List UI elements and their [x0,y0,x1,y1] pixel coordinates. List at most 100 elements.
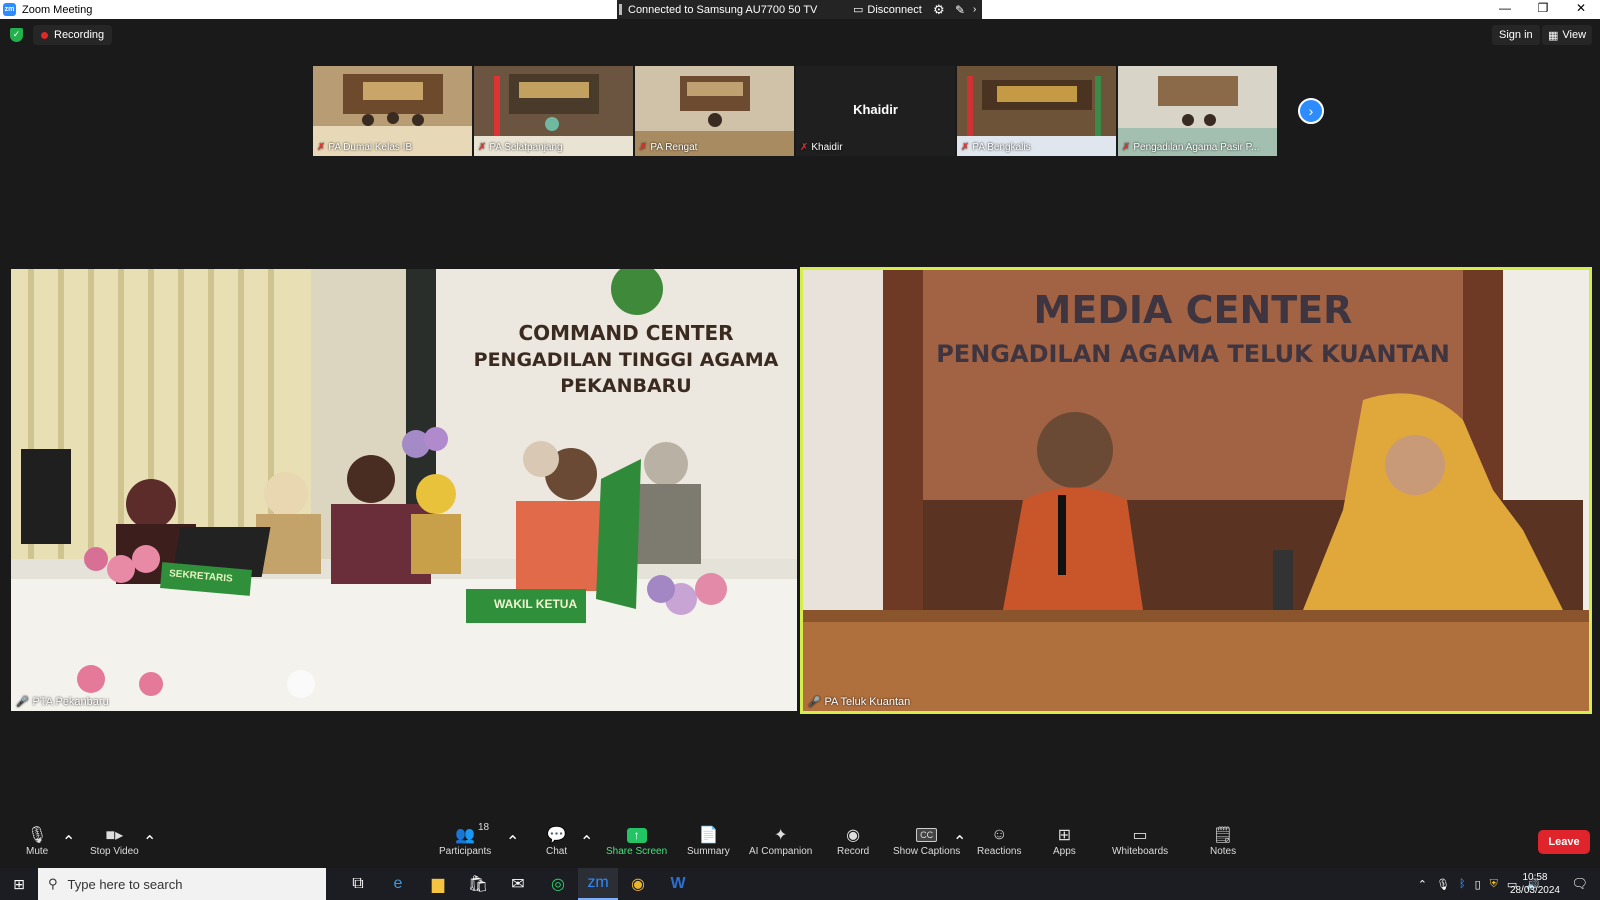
meeting-toolbar: 🎙 Mute ⌃ ■▸ Stop Video ⌃ 👥 18 Participant… [0,818,1600,868]
notifications-icon[interactable]: 🗨 [1571,876,1588,892]
record-label: Record [837,846,870,857]
zoom-app-icon: zm [3,3,16,16]
share-screen-label: Share Screen [606,846,668,857]
participant-thumbnail-strip: ✗ PA Dumai Kelas IB ✗ PA Selatpanjang ✗ PA … [313,66,1277,156]
participant-thumbnail[interactable]: ✗ PA Bengkalis [957,66,1116,156]
chevron-up-icon[interactable]: ⌃ [506,832,519,852]
mic-muted-icon: ✗ [800,142,809,153]
stop-video-button[interactable]: ■▸ Stop Video [90,824,139,857]
share-screen-button[interactable]: ↑ Share Screen [606,824,667,857]
edge-icon[interactable]: e [378,868,418,900]
record-button[interactable]: ◉ Record [837,824,869,857]
record-icon: ◉ [846,827,861,844]
chevron-up-icon[interactable]: ⌃ [143,832,156,852]
chevron-up-icon[interactable]: ⌃ [62,832,75,852]
thumbnail-label: ✗ Khaidir [800,142,843,153]
recording-dot-icon [41,31,48,39]
mute-button[interactable]: 🎙 Mute [26,824,48,857]
taskbar-search-box[interactable]: ⚲ Type here to search [38,868,326,900]
reactions-button[interactable]: ☺ Reactions [977,824,1021,857]
cast-screen-icon: ▭ [853,4,864,16]
windows-start-icon[interactable]: ⊞ [0,876,38,893]
bluetooth-icon[interactable]: ᛒ [1459,878,1466,890]
mic-muted-icon: ✗ [961,142,970,153]
pin-icon[interactable]: ✎ [955,3,965,17]
show-captions-button[interactable]: CC Show Captions [893,824,960,857]
chevron-up-icon[interactable]: ⌃ [1418,878,1427,891]
apps-label: Apps [1053,846,1076,857]
show-captions-label: Show Captions [893,846,961,857]
search-placeholder: Type here to search [67,876,183,892]
clock-time: 10:58 [1522,872,1548,883]
mic-muted-icon: ✗ [478,142,487,153]
leave-button[interactable]: Leave [1538,830,1590,854]
participant-thumbnail[interactable]: ✗ PA Selatpanjang [474,66,633,156]
participants-button[interactable]: 👥 18 Participants [439,822,492,857]
sign-line: COMMAND CENTER [518,321,734,345]
zoom-taskbar-icon[interactable]: zm [578,868,618,900]
windows-taskbar: ⊞ ⚲ Type here to search ⧉ e ▆ 🛍 ✉ ◎ zm ◉… [0,868,1600,900]
gear-icon[interactable]: ⚙ [933,2,945,18]
grid-icon: ▦ [1548,29,1559,42]
summary-icon: 📄 [698,827,719,844]
participant-thumbnail[interactable]: ✗ Pengadilan Agama Pasir P... [1118,66,1277,156]
mute-label: Mute [26,846,49,857]
minimize-icon[interactable]: — [1486,0,1524,19]
summary-label: Summary [687,846,730,857]
whiteboard-icon: ▭ [1132,827,1148,844]
wall-sign: MEDIA CENTER PENGADILAN AGAMA TELUK KUAN… [933,288,1453,368]
store-icon[interactable]: 🛍 [458,868,498,900]
shield-icon[interactable]: ✓ [10,28,23,42]
restore-icon[interactable]: ❐ [1524,0,1562,19]
recording-indicator[interactable]: Recording [33,25,113,45]
participant-name: PA Selatpanjang [489,142,563,153]
thumbnail-label: ✗ PA Rengat [639,142,697,153]
usb-icon[interactable]: ▯ [1475,878,1481,891]
wall-sign: COMMAND CENTER PENGADILAN TINGGI AGAMA P… [461,321,791,397]
ai-companion-button[interactable]: ✦ AI Companion [749,824,812,857]
window-controls: — ❐ ✕ [1486,0,1600,19]
mail-icon[interactable]: ✉ [498,868,538,900]
participant-thumbnail[interactable]: ✗ PA Dumai Kelas IB [313,66,472,156]
reactions-label: Reactions [977,846,1022,857]
close-icon[interactable]: ✕ [1562,0,1600,19]
chevron-up-icon[interactable]: ⌃ [580,832,593,852]
participant-thumbnail[interactable]: Khaidir ✗ Khaidir [796,66,955,156]
summary-button[interactable]: 📄 Summary [687,824,730,857]
thumbnail-label: ✗ PA Selatpanjang [478,142,563,153]
task-view-icon[interactable]: ⧉ [338,868,378,900]
whiteboards-button[interactable]: ▭ Whiteboards [1112,824,1168,857]
participant-name: Khaidir [811,142,843,153]
taskbar-apps: ⧉ e ▆ 🛍 ✉ ◎ zm ◉ W [338,868,698,900]
chevron-right-icon[interactable]: › [973,4,976,15]
sign-in-button[interactable]: Sign in [1492,25,1540,45]
disconnect-button[interactable]: ▭ Disconnect [853,3,922,17]
security-icon[interactable]: ⛨ [1490,878,1498,891]
file-explorer-icon[interactable]: ▆ [418,868,458,900]
word-icon[interactable]: W [658,868,698,900]
chat-button[interactable]: 💬 Chat [546,824,567,857]
participants-label: Participants [439,846,492,857]
whatsapp-icon[interactable]: ◎ [538,868,578,900]
sign-line: PEKANBARU [560,375,692,397]
video-tile-pa-teluk-kuantan[interactable]: MEDIA CENTER PENGADILAN AGAMA TELUK KUAN… [800,267,1592,714]
taskbar-clock[interactable]: 10:58 28/03/2024 [1510,871,1560,897]
mic-muted-icon: ✗ [317,142,326,153]
thumbnail-label: ✗ Pengadilan Agama Pasir P... [1122,142,1259,153]
participant-thumbnail[interactable]: ✗ PA Rengat [635,66,794,156]
chrome-icon[interactable]: ◉ [618,868,658,900]
video-tile-pta-pekanbaru[interactable]: COMMAND CENTER PENGADILAN TINGGI AGAMA P… [11,269,797,711]
tile-name-label: 🎤 PA Teluk Kuantan [808,696,910,708]
apps-button[interactable]: ⊞ Apps [1053,824,1076,857]
participant-display-name: Khaidir [853,102,898,117]
sign-line: PENGADILAN AGAMA TELUK KUANTAN [936,340,1450,368]
notes-button[interactable]: 🗒 Notes [1210,824,1236,857]
captions-badge: CC [916,828,938,842]
microphone-icon[interactable]: 🎙 [1436,878,1450,891]
microphone-icon: 🎤 [808,696,821,708]
view-button[interactable]: ▦ View [1542,25,1593,45]
chat-label: Chat [546,846,568,857]
participant-name: PA Dumai Kelas IB [328,142,413,153]
chevron-right-icon[interactable]: › [1298,98,1324,124]
chevron-up-icon[interactable]: ⌃ [953,832,966,852]
